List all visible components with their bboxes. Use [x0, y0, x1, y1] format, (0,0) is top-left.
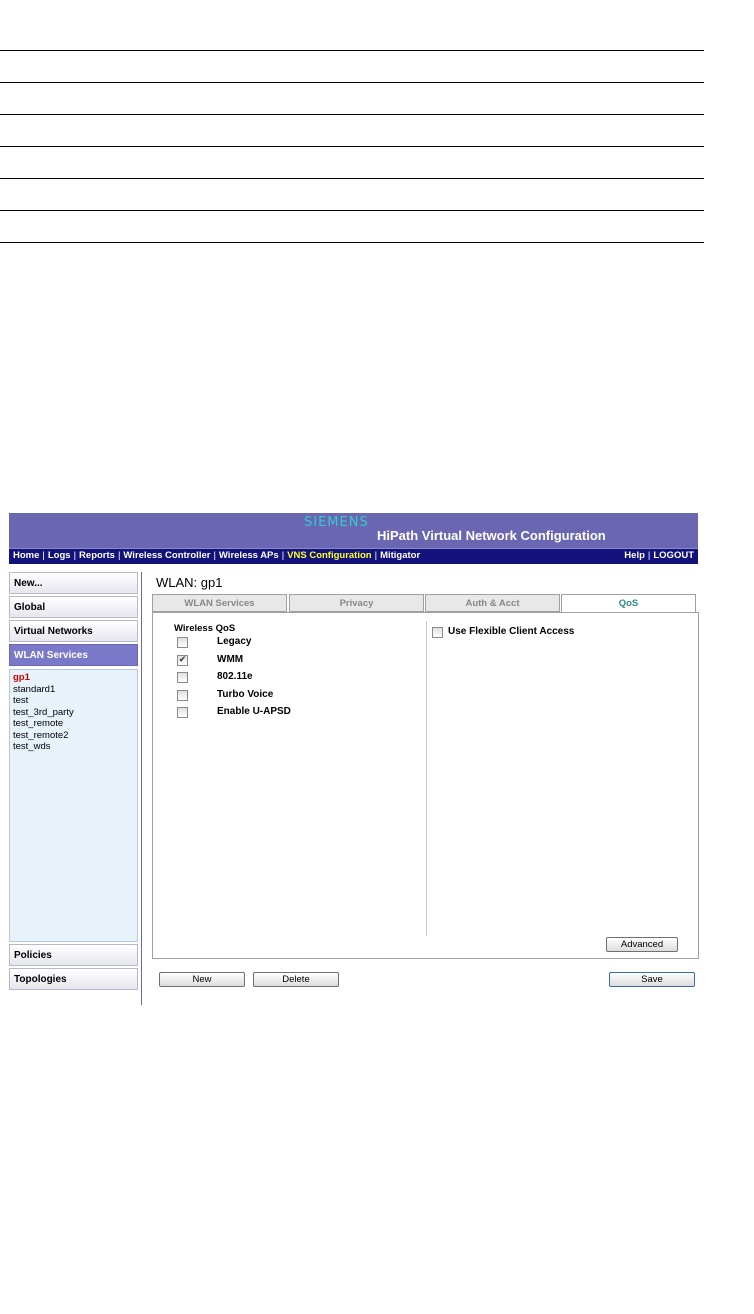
80211e-label: 802.11e — [217, 671, 253, 682]
save-button[interactable]: Save — [609, 972, 695, 987]
sidebar-divider — [141, 572, 142, 1005]
tab-wlan-services[interactable]: WLAN Services — [152, 594, 287, 612]
nav-link-wireless-aps[interactable]: Wireless APs — [219, 550, 279, 561]
nav-separator: | — [281, 550, 285, 561]
wlan-list-item[interactable]: gp1 — [13, 672, 134, 684]
legacy-label: Legacy — [217, 636, 252, 647]
page-title: WLAN: gp1 — [156, 575, 223, 590]
nav-separator: | — [213, 550, 216, 561]
table-rule — [0, 146, 704, 147]
tab-qos[interactable]: QoS — [561, 594, 696, 614]
nav-link-wireless-controller[interactable]: Wireless Controller — [123, 550, 210, 561]
nav-separator: | — [374, 550, 378, 561]
u-apsd-checkbox[interactable] — [177, 707, 188, 718]
table-rule — [0, 50, 704, 51]
nav-right-link-logout[interactable]: LOGOUT — [653, 550, 694, 561]
wlan-list-item[interactable]: test_remote2 — [13, 730, 134, 742]
nav-link-home[interactable]: Home — [13, 550, 39, 561]
sidebar-item-topologies[interactable]: Topologies — [9, 968, 138, 990]
sidebar-item-global[interactable]: Global — [9, 596, 138, 618]
wlan-list-item[interactable]: standard1 — [13, 684, 134, 696]
table-rule — [0, 210, 704, 211]
delete-button[interactable]: Delete — [253, 972, 339, 987]
new-button[interactable]: New — [159, 972, 245, 987]
80211e-checkbox[interactable] — [177, 672, 188, 683]
table-rule — [0, 82, 704, 83]
wlan-list-item[interactable]: test_3rd_party — [13, 707, 134, 719]
nav-link-logs[interactable]: Logs — [48, 550, 71, 561]
wlan-list-item[interactable]: test — [13, 695, 134, 707]
table-rule — [0, 242, 704, 243]
wireless-qos-title: Wireless QoS — [174, 623, 236, 634]
sidebar-item-new[interactable]: New... — [9, 572, 138, 594]
flexible-client-access-checkbox[interactable] — [432, 627, 443, 638]
nav-link-mitigator[interactable]: Mitigator — [380, 550, 420, 561]
sidebar: New... Global Virtual Networks WLAN Serv… — [9, 572, 139, 992]
wlan-list-item[interactable]: test_remote — [13, 718, 134, 730]
turbo-voice-label: Turbo Voice — [217, 689, 274, 700]
sidebar-item-policies[interactable]: Policies — [9, 944, 138, 966]
tab-auth-acct[interactable]: Auth & Acct — [425, 594, 560, 612]
app-title: HiPath Virtual Network Configuration — [377, 528, 606, 543]
nav-left: Home | Logs | Reports | Wireless Controller | Wi… — [13, 549, 420, 563]
wlan-list: gp1 standard1 test test_3rd_party test_remot… — [9, 669, 138, 942]
sidebar-item-wlan-services[interactable]: WLAN Services — [9, 644, 138, 666]
nav-right: Help | LOGOUT — [624, 549, 694, 563]
sidebar-item-virtual-networks[interactable]: Virtual Networks — [9, 620, 138, 642]
advanced-button[interactable]: Advanced — [606, 937, 678, 952]
header-banner: SIEMENS HiPath Virtual Network Configura… — [9, 513, 698, 548]
nav-right-link-help[interactable]: Help — [624, 550, 645, 561]
brand-logo: SIEMENS — [304, 515, 369, 530]
wmm-label: WMM — [217, 654, 244, 665]
app-window: SIEMENS HiPath Virtual Network Configura… — [9, 513, 699, 1005]
flexible-client-access-label: Use Flexible Client Access — [448, 626, 575, 637]
u-apsd-label: Enable U-APSD — [217, 706, 291, 717]
nav-bar: Home | Logs | Reports | Wireless Controller | Wi… — [9, 548, 698, 564]
legacy-checkbox[interactable] — [177, 637, 188, 648]
nav-separator: | — [73, 550, 77, 561]
nav-link-reports[interactable]: Reports — [79, 550, 115, 561]
table-rule — [0, 114, 704, 115]
table-rule — [0, 178, 704, 179]
nav-separator: | — [42, 550, 45, 561]
wlan-list-item[interactable]: test_wds — [13, 741, 134, 753]
nav-link-vns-configuration[interactable]: VNS Configuration — [287, 550, 371, 561]
qos-panel: Wireless QoS Legacy ✔ WMM 802.11e Turbo … — [152, 612, 699, 959]
tab-privacy[interactable]: Privacy — [289, 594, 424, 612]
panel-divider — [426, 621, 427, 936]
turbo-voice-checkbox[interactable] — [177, 690, 188, 701]
wmm-checkbox[interactable]: ✔ — [177, 655, 188, 666]
